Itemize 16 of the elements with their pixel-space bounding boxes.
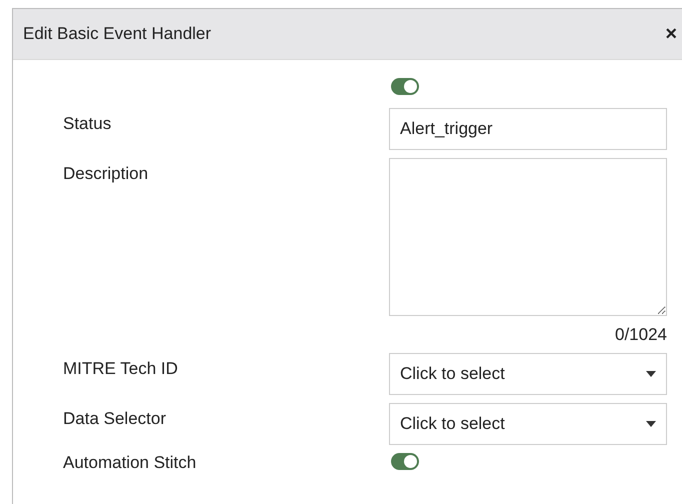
character-counter: 0/1024 (614, 325, 667, 345)
field-label: Automation Stitch (63, 453, 198, 474)
select-dropdown[interactable]: Click to select (389, 403, 667, 445)
field-label: Description (63, 163, 150, 185)
name-field[interactable]: Alert_trigger (389, 108, 667, 150)
dialog-title: Edit Basic Event Handler (23, 24, 212, 44)
toggle-switch[interactable] (391, 78, 419, 95)
field-label: Status (63, 113, 112, 135)
toggle-switch[interactable] (391, 453, 419, 470)
select-dropdown[interactable]: Click to select (389, 353, 667, 395)
caret-icon (646, 421, 656, 427)
close-button[interactable]: × (661, 22, 681, 46)
description-field[interactable] (389, 158, 667, 316)
caret-icon (646, 371, 656, 377)
field-label: MITRE Tech ID (63, 358, 179, 380)
field-label: Data Selector (63, 408, 167, 430)
